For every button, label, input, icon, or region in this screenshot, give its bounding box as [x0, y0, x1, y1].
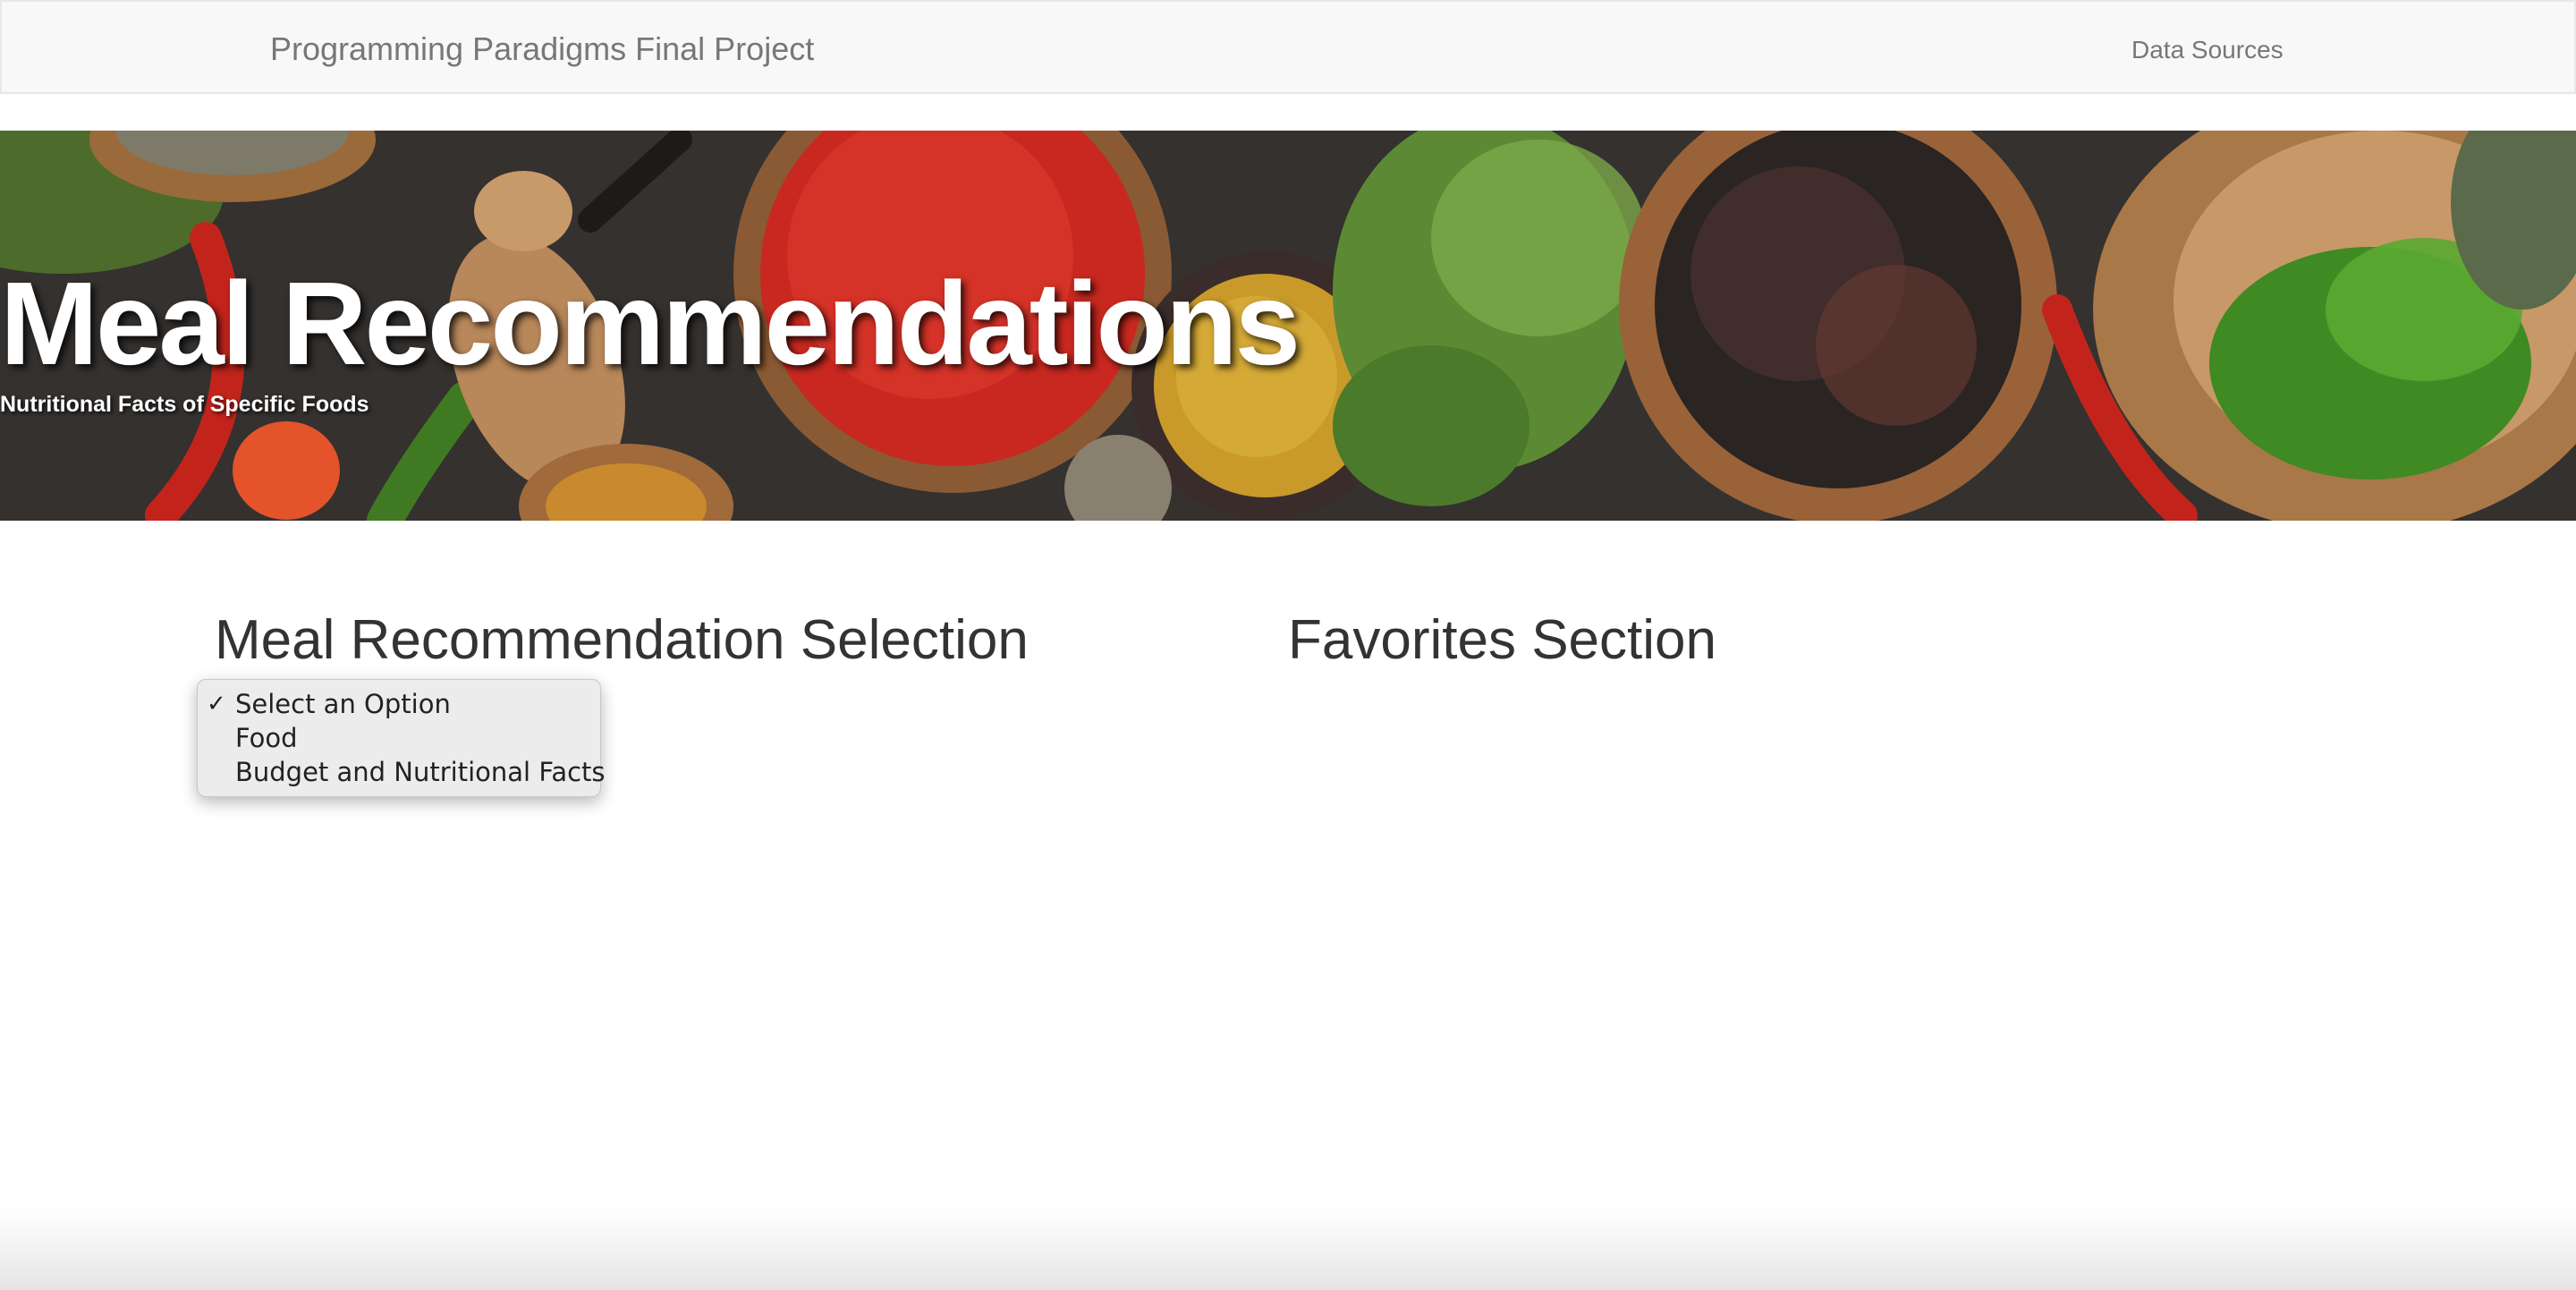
favorites-section-heading: Favorites Section: [1288, 609, 1716, 671]
dropdown-option-select[interactable]: ✓ Select an Option: [198, 687, 600, 721]
data-sources-link[interactable]: Data Sources: [2131, 36, 2284, 64]
hero-subtitle: Nutritional Facts of Specific Foods: [0, 392, 369, 417]
meal-option-dropdown[interactable]: ✓ Select an Option Food Budget and Nutri…: [197, 679, 606, 797]
page: Programming Paradigms Final Project Data…: [0, 0, 2576, 1290]
meal-recommendation-selection-heading: Meal Recommendation Selection: [215, 609, 1029, 671]
option-label: Budget and Nutritional Facts: [235, 757, 606, 787]
option-label: Select an Option: [235, 689, 451, 719]
navbar-brand-link[interactable]: Programming Paradigms Final Project: [270, 30, 814, 68]
window-bottom-shadow: [0, 1208, 2576, 1290]
checkmark-icon: ✓: [207, 691, 226, 717]
top-navbar: Programming Paradigms Final Project Data…: [0, 0, 2576, 94]
dropdown-option-budget[interactable]: Budget and Nutritional Facts: [198, 755, 606, 789]
option-label: Food: [235, 723, 298, 753]
hero-banner: Meal Recommendations Nutritional Facts o…: [0, 131, 2576, 521]
hero-title: Meal Recommendations: [0, 258, 1301, 389]
dropdown-option-food[interactable]: Food: [198, 721, 600, 755]
